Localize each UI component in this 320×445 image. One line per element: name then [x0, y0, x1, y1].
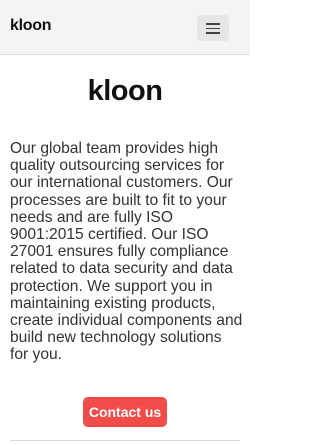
company-description: Our global team provides high quality ou…: [10, 140, 243, 364]
header-logo[interactable]: kloon: [10, 16, 51, 36]
hamburger-menu-button[interactable]: [197, 15, 229, 41]
hamburger-menu-icon-bar: [206, 32, 220, 34]
top-navbar: kloon: [0, 0, 250, 55]
hamburger-menu-icon: [206, 23, 220, 25]
contact-us-button[interactable]: Contact us: [83, 397, 167, 427]
hero-logo: kloon: [87, 75, 163, 107]
hamburger-menu-icon-bar: [206, 27, 220, 29]
section-divider: [10, 440, 240, 441]
